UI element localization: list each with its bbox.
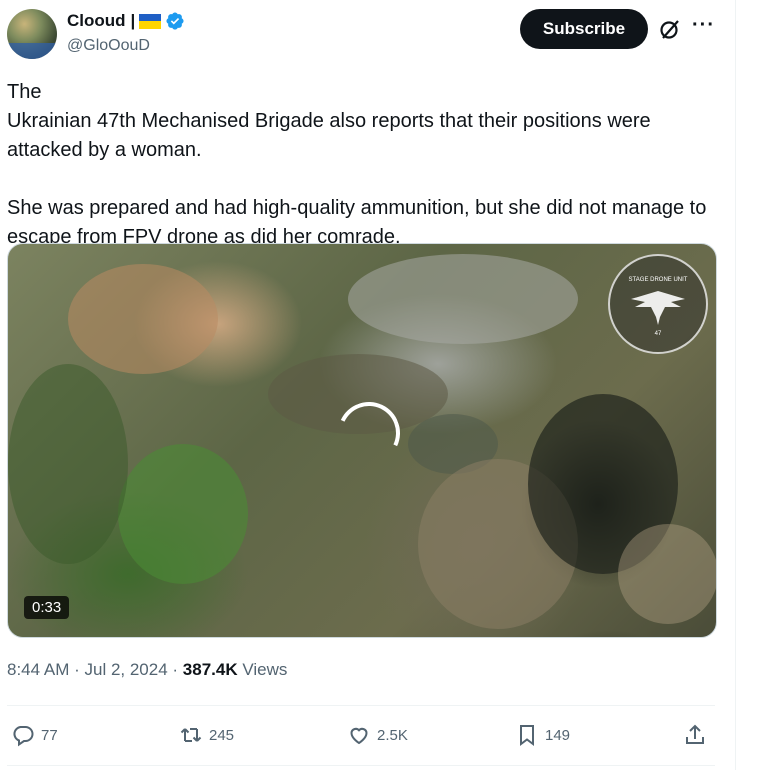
- reply-icon: [13, 726, 34, 747]
- author-handle[interactable]: @GloOouD: [67, 37, 150, 55]
- divider-bottom: [7, 765, 715, 766]
- views-label: Views: [237, 660, 288, 679]
- bookmark-icon: [520, 725, 534, 746]
- repost-button[interactable]: 245: [179, 723, 234, 747]
- share-button[interactable]: [683, 723, 707, 747]
- subscribe-button[interactable]: Subscribe: [520, 9, 648, 49]
- drone-unit-watermark: STAGE DRONE UNIT 47: [608, 254, 708, 354]
- tweet-paragraph-1: The: [7, 78, 707, 107]
- video-duration: 0:33: [24, 596, 70, 619]
- tweet-text: The Ukrainian 47th Mechanised Brigade al…: [7, 78, 707, 252]
- ukraine-flag-emoji-icon: [47, 81, 73, 100]
- tweet-time[interactable]: 8:44 AM: [7, 660, 69, 679]
- bookmark-count: 149: [545, 726, 571, 744]
- avatar[interactable]: [7, 9, 57, 59]
- verified-badge-icon: [166, 12, 184, 30]
- reply-count: 77: [41, 726, 58, 744]
- tweet-text-start: The: [7, 81, 48, 103]
- action-bar: 77 245 2.5K 149: [7, 715, 715, 757]
- more-icon[interactable]: ···: [692, 14, 715, 37]
- like-button[interactable]: 2.5K: [347, 723, 408, 747]
- meta-separator-2: ·: [167, 660, 183, 679]
- column-divider: [735, 0, 736, 770]
- watermark-bottom-text: 47: [655, 331, 662, 337]
- tweet-text-rest: Ukrainian 47th Mechanised Brigade also r…: [7, 110, 651, 161]
- watermark-top-text: STAGE DRONE UNIT: [629, 277, 688, 283]
- meta-separator-1: ·: [69, 660, 85, 679]
- ukraine-flag-icon: [139, 13, 162, 29]
- name-pipe: |: [130, 11, 136, 30]
- share-icon: [686, 724, 704, 744]
- reply-button[interactable]: 77: [11, 723, 58, 747]
- author-name-row: Clooud |: [67, 11, 185, 31]
- like-icon: [350, 727, 368, 745]
- display-name[interactable]: Clooud: [67, 11, 126, 31]
- eagle-emblem-icon: STAGE DRONE UNIT 47: [629, 277, 688, 337]
- repost-count: 245: [209, 726, 235, 744]
- like-count: 2.5K: [377, 726, 408, 744]
- tweet-meta: 8:44 AM · Jul 2, 2024 · 387.4K Views: [7, 660, 287, 680]
- divider: [7, 705, 715, 706]
- tweet-date[interactable]: Jul 2, 2024: [84, 660, 167, 679]
- video-player[interactable]: STAGE DRONE UNIT 47 0:33: [7, 243, 717, 638]
- repost-icon: [180, 728, 202, 742]
- grok-icon[interactable]: [658, 17, 682, 41]
- views-count[interactable]: 387.4K: [183, 660, 238, 679]
- bookmark-button[interactable]: 149: [515, 723, 570, 747]
